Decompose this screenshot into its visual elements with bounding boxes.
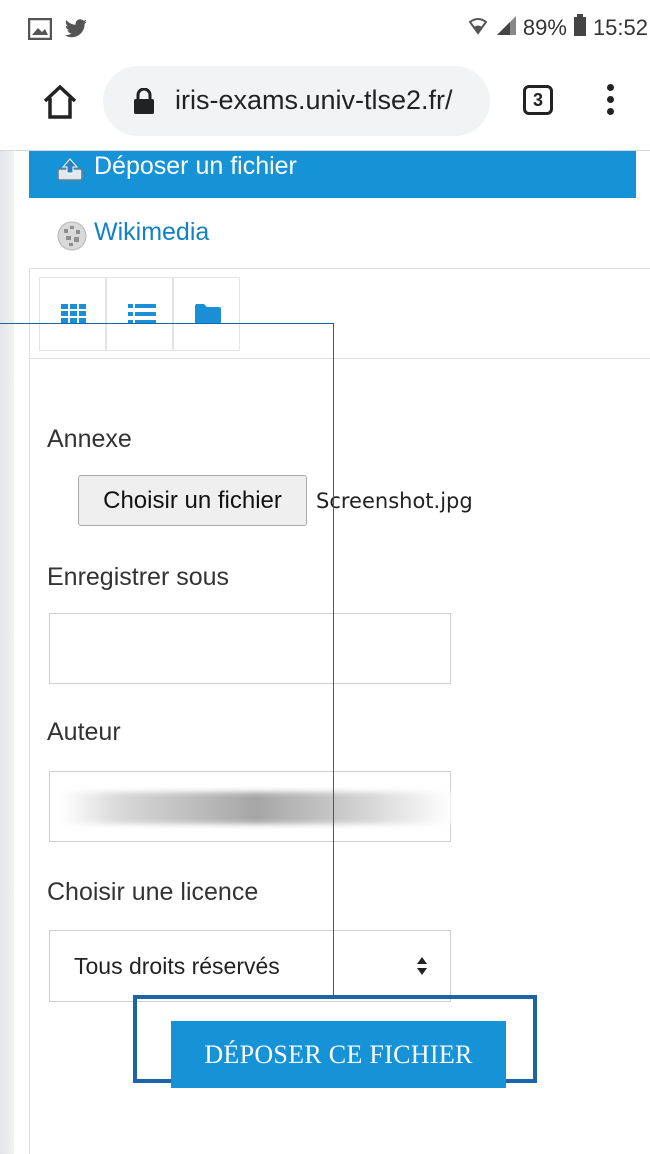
- author-redacted-value: [60, 792, 452, 824]
- upload-icon: [57, 157, 83, 181]
- address-bar[interactable]: iris-exams.univ-tlse2.fr/: [103, 66, 490, 136]
- save-as-input[interactable]: [49, 613, 451, 684]
- signal-icon: [495, 14, 517, 42]
- license-select[interactable]: Tous droits réservés: [49, 930, 451, 1002]
- selected-file-name: Screenshot.jpg: [316, 489, 473, 513]
- image-icon: [27, 17, 53, 45]
- tab-switcher-button[interactable]: 3: [523, 85, 553, 115]
- wikimedia-globe-icon: [56, 220, 88, 252]
- battery-percent: 89%: [522, 15, 567, 40]
- submit-upload-button[interactable]: DÉPOSER CE FICHIER: [171, 1021, 506, 1088]
- app-root: 89% 15:52 iris-exams.univ-tlse2.fr/ 3 Dé…: [0, 0, 650, 1154]
- license-selected-value: Tous droits réservés: [74, 953, 280, 979]
- list-view-icon: [128, 304, 156, 324]
- home-icon[interactable]: [40, 82, 80, 122]
- url-text: iris-exams.univ-tlse2.fr/: [175, 85, 453, 115]
- author-label: Auteur: [47, 718, 121, 746]
- author-input[interactable]: [49, 771, 452, 842]
- folder-view-icon: [195, 304, 221, 324]
- upload-label: Déposer un fichier: [94, 152, 297, 180]
- annotation-connector-horizontal: [0, 323, 334, 324]
- lock-icon: [133, 87, 155, 114]
- list-view-button[interactable]: [106, 277, 173, 351]
- choose-file-button[interactable]: Choisir un fichier: [78, 475, 307, 526]
- select-arrows-icon: [416, 955, 428, 977]
- annotation-connector-vertical: [333, 323, 334, 995]
- more-menu-icon[interactable]: [605, 84, 615, 120]
- repository-upload-item[interactable]: Déposer un fichier: [29, 151, 636, 198]
- browser-toolbar: iris-exams.univ-tlse2.fr/ 3: [0, 56, 650, 151]
- battery-icon: [573, 14, 587, 42]
- twitter-icon: [64, 19, 88, 44]
- grid-view-icon: [61, 304, 86, 323]
- folder-view-button[interactable]: [173, 277, 240, 351]
- status-right: 89% 15:52: [467, 14, 648, 42]
- wikimedia-link[interactable]: Wikimedia: [94, 218, 209, 247]
- grid-view-button[interactable]: [39, 277, 106, 351]
- status-bar: 89% 15:52: [0, 0, 650, 56]
- status-left-icons: [27, 17, 88, 45]
- view-toolbar: [30, 269, 650, 359]
- wifi-icon: [467, 15, 489, 41]
- attachment-label: Annexe: [47, 425, 132, 453]
- clock: 15:52: [592, 15, 648, 40]
- page-gutter: [0, 151, 14, 1154]
- license-label: Choisir une licence: [47, 878, 259, 906]
- save-as-label: Enregistrer sous: [47, 563, 230, 591]
